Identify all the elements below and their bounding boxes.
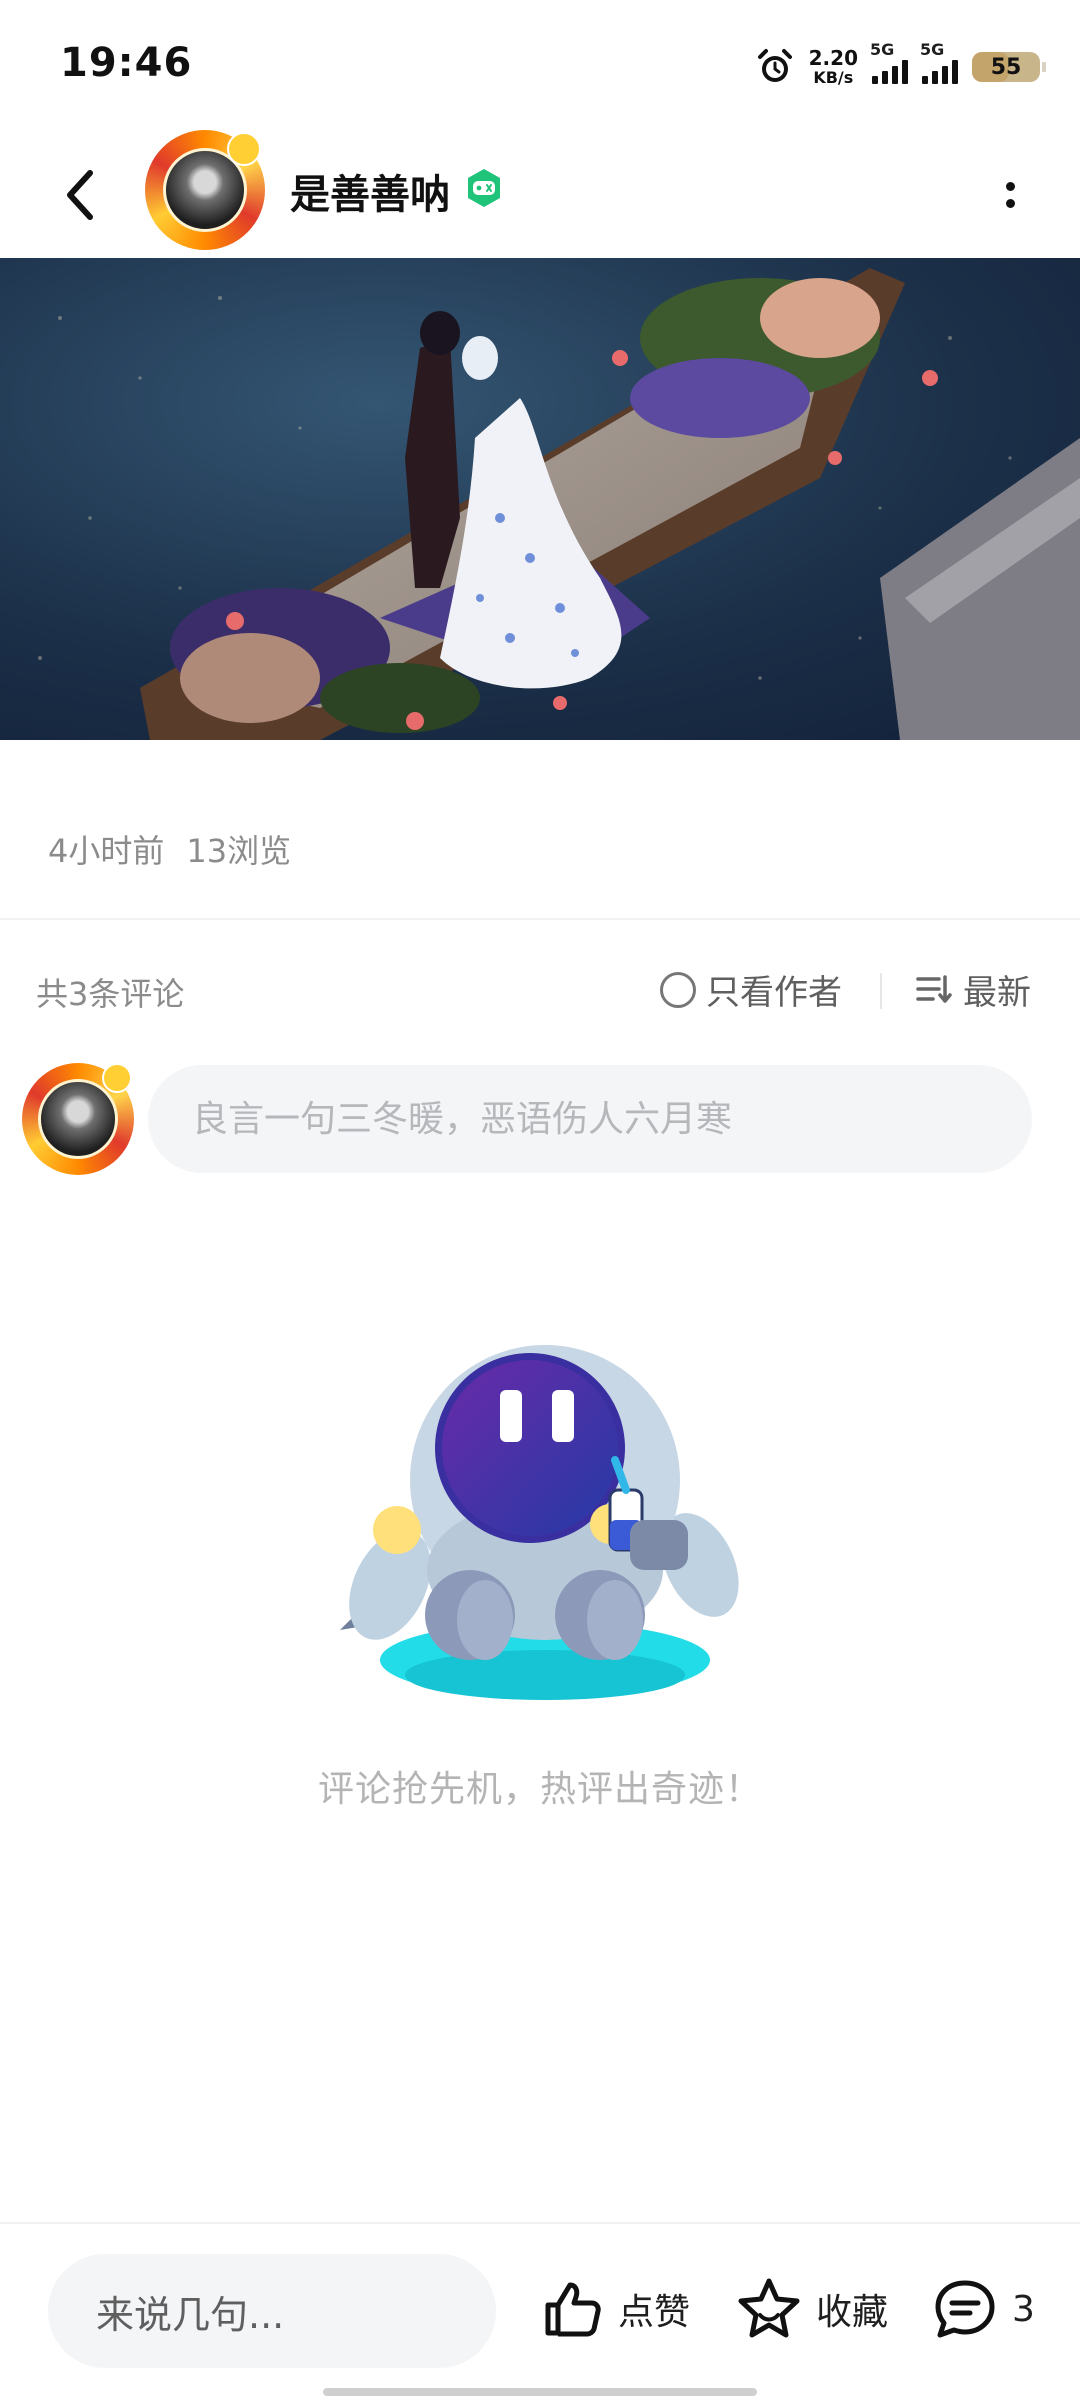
author-avatar[interactable] — [145, 130, 265, 250]
back-button[interactable] — [50, 160, 110, 230]
avatar-emoji-decoration — [227, 132, 261, 166]
reply-input[interactable]: 来说几句... — [48, 2254, 496, 2368]
comment-bubble-icon — [935, 2280, 995, 2338]
post-time: 4小时前 — [48, 832, 165, 870]
radio-circle-icon — [660, 971, 696, 1008]
comment-input-row — [0, 1060, 1080, 1180]
status-icons: 2.20 KB/s 5G 5G 55 — [755, 40, 1046, 92]
signal-icon: 5G — [920, 40, 958, 84]
empty-comments-text: 评论抢先机，热评出奇迹！ — [317, 1769, 762, 1810]
reply-placeholder: 来说几句... — [96, 2292, 285, 2337]
sort-button[interactable]: 最新 — [915, 965, 1031, 1014]
comment-header: 共3条评论 只看作者 最新 — [0, 955, 1080, 1025]
thumbs-up-icon — [545, 2282, 601, 2337]
sim1-label: 5G — [870, 40, 895, 59]
comment-button[interactable]: 3 — [932, 2264, 1035, 2354]
like-label: 点赞 — [618, 2292, 691, 2333]
more-vertical-icon — [1005, 182, 1015, 191]
more-options-button[interactable] — [980, 160, 1040, 230]
network-speed: 2.20 KB/s — [809, 48, 858, 86]
back-arrow-icon — [67, 170, 93, 220]
verified-game-badge-icon — [468, 169, 500, 207]
my-avatar — [22, 1063, 134, 1175]
network-speed-value: 2.20 — [808, 46, 858, 70]
post-image[interactable] — [0, 258, 1080, 740]
post-meta: 4小时前 13浏览 — [48, 826, 291, 872]
signal-icon: 5G — [870, 40, 908, 84]
header-separator — [880, 973, 882, 1009]
comment-count: 共3条评论 — [36, 975, 185, 1013]
alarm-icon — [757, 49, 792, 82]
status-time: 19:46 — [60, 40, 193, 86]
favorite-label: 收藏 — [816, 2292, 889, 2333]
sim2-label: 5G — [920, 40, 945, 59]
post-detail-screen: 19:46 2.20 KB/s 5G 5G 55 是善善呐 4小时前 13浏览 … — [0, 0, 1080, 2400]
network-speed-unit: KB/s — [813, 68, 854, 87]
sort-label: 最新 — [963, 973, 1031, 1013]
comment-input[interactable] — [148, 1065, 1032, 1173]
battery-level: 55 — [990, 54, 1022, 80]
only-author-label: 只看作者 — [706, 973, 842, 1013]
bottom-action-bar: 来说几句... 点赞 收藏 3 — [0, 2224, 1080, 2400]
post-header: 是善善呐 — [0, 130, 1080, 260]
favorite-button[interactable]: 收藏 — [736, 2264, 888, 2354]
comment-count-badge: 3 — [1012, 2288, 1035, 2330]
section-divider — [0, 918, 1080, 920]
robot-mascot-illustration — [340, 1345, 739, 1700]
star-icon — [738, 2278, 800, 2338]
author-name[interactable]: 是善善呐 — [290, 162, 450, 220]
battery-icon: 55 — [972, 52, 1046, 82]
status-bar: 19:46 2.20 KB/s 5G 5G 55 — [0, 0, 1080, 130]
wedding-boat-scene-image — [0, 258, 1080, 740]
home-indicator[interactable] — [323, 2388, 757, 2396]
only-author-toggle[interactable]: 只看作者 — [660, 965, 842, 1014]
post-views: 13浏览 — [186, 832, 292, 870]
sort-icon — [916, 974, 952, 1003]
like-button[interactable]: 点赞 — [540, 2264, 690, 2354]
